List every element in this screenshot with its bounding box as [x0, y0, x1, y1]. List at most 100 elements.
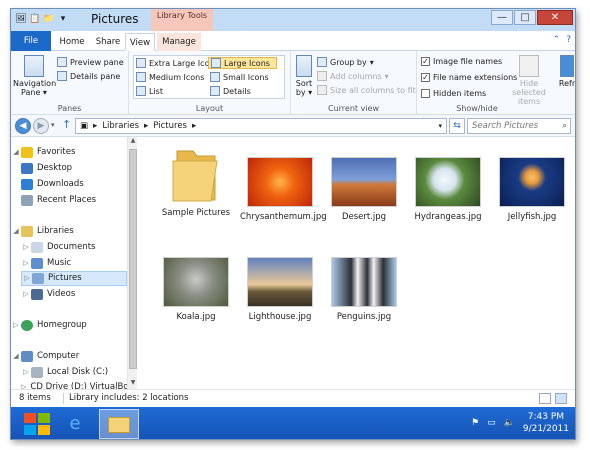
add-columns-button[interactable]: Add columns ▾ [317, 71, 389, 81]
layout-option-small-icons[interactable]: Small Icons [210, 72, 269, 82]
breadcrumb[interactable]: ▣ ▸ Libraries ▸ Pictures ▸ ▾ [75, 118, 447, 134]
layout-option-medium-icons[interactable]: Medium Icons [136, 72, 204, 82]
breadcrumb-pictures[interactable]: Pictures [153, 121, 187, 131]
file-item[interactable]: Koala.jpg [156, 257, 236, 323]
preview-pane-button[interactable]: Preview pane [57, 57, 124, 67]
collapsed-arrow-icon[interactable]: ▷ [21, 256, 31, 271]
nav-item-downloads[interactable]: Downloads [21, 177, 84, 192]
image-file-names-checkbox[interactable]: ✓ Image file names [421, 57, 502, 66]
expanded-arrow-icon[interactable]: ◢ [11, 145, 21, 160]
volume-icon[interactable]: 🔈 [504, 418, 515, 428]
search-placeholder: Search Pictures [472, 121, 539, 131]
library-info: Library includes: 2 locations [69, 393, 189, 403]
current-view-group-label: Current view [327, 104, 379, 113]
hide-selected-items-button[interactable]: Hide selected items [505, 55, 553, 106]
start-button[interactable] [21, 411, 51, 437]
file-item[interactable]: Desert.jpg [324, 157, 404, 223]
tab-view[interactable]: View [125, 33, 155, 51]
taskbar: e ⚑ ▭ 🔈 7:43 PM 9/21/2011 [11, 407, 575, 439]
recent-places-icon [21, 195, 33, 206]
options-button[interactable]: Refr [557, 55, 575, 88]
up-button[interactable]: ↑ [62, 118, 71, 131]
large-icons-view-icon[interactable] [555, 393, 567, 404]
show-hide-group-label: Show/hide [456, 104, 498, 113]
file-item[interactable]: Lighthouse.jpg [240, 257, 320, 323]
sort-by-button[interactable]: Sort by ▾ [293, 55, 315, 97]
layout-option-label: Medium Icons [149, 72, 205, 82]
scrollbar-thumb[interactable] [129, 149, 137, 369]
nav-item-favorites[interactable]: ◢ Favorites [11, 145, 75, 160]
search-input[interactable]: Search Pictures ⌕ [467, 118, 571, 134]
nav-item-homegroup[interactable]: ▷ Homegroup [11, 318, 87, 333]
close-button[interactable]: ✕ [537, 10, 573, 25]
nav-item-pictures[interactable]: ▷ Pictures [21, 271, 127, 286]
small-icons-icon [210, 72, 220, 82]
refresh-button[interactable]: ⇆ [449, 118, 465, 134]
collapsed-arrow-icon[interactable]: ▷ [21, 365, 31, 380]
collapsed-arrow-icon[interactable]: ▷ [11, 318, 21, 333]
layout-option-list[interactable]: List [136, 86, 163, 96]
expanded-arrow-icon[interactable]: ◢ [11, 349, 21, 364]
file-item[interactable]: Sample Pictures [156, 145, 236, 219]
internet-explorer-icon[interactable]: e [55, 409, 95, 439]
help-icon[interactable]: ? [566, 35, 571, 45]
system-tray: ⚑ ▭ 🔈 7:43 PM 9/21/2011 [471, 411, 569, 435]
size-all-columns-button[interactable]: Size all columns to fit [317, 85, 416, 95]
scroll-up-icon[interactable]: ▲ [128, 137, 138, 147]
nav-item-libraries[interactable]: ◢ Libraries [11, 224, 74, 239]
file-item[interactable]: Hydrangeas.jpg [408, 157, 488, 223]
layout-option-large-icons[interactable]: Large Icons [208, 57, 277, 69]
collapsed-arrow-icon[interactable]: ▷ [21, 287, 31, 302]
recent-locations-icon[interactable]: ▾ [51, 121, 55, 129]
maximize-button[interactable]: □ [514, 10, 536, 25]
file-item[interactable]: Chrysanthemum.jpg [240, 157, 327, 223]
customize-toolbar-icon[interactable]: ▾ [57, 13, 69, 26]
file-explorer-icon[interactable] [99, 409, 139, 439]
file-name-extensions-checkbox[interactable]: ✓ File name extensions [421, 73, 517, 82]
back-button[interactable]: ◀ [15, 118, 31, 134]
nav-item-local-disk[interactable]: ▷ Local Disk (C:) [21, 365, 108, 380]
nav-item-label: Documents [47, 242, 96, 252]
tab-file[interactable]: File [11, 31, 51, 51]
breadcrumb-libraries[interactable]: Libraries [102, 121, 139, 131]
file-item[interactable]: Jellyfish.jpg [492, 157, 572, 223]
minimize-button[interactable]: — [491, 10, 513, 25]
nav-pane-scrollbar[interactable]: ▲ ▼ [127, 137, 137, 389]
nav-item-recent-places[interactable]: Recent Places [21, 193, 96, 208]
star-icon [21, 147, 33, 158]
tab-home[interactable]: Home [55, 33, 89, 51]
layout-option-details[interactable]: Details [210, 86, 251, 96]
nav-item-videos[interactable]: ▷ Videos [21, 287, 75, 302]
hidden-items-checkbox[interactable]: Hidden items [421, 89, 486, 98]
file-name: Koala.jpg [176, 312, 216, 322]
nav-item-documents[interactable]: ▷ Documents [21, 240, 95, 255]
clock[interactable]: 7:43 PM 9/21/2011 [523, 411, 569, 435]
properties-icon[interactable]: 📋 [29, 13, 41, 26]
nav-item-label: Videos [47, 289, 76, 299]
breadcrumb-separator-icon: ▸ [191, 121, 197, 131]
scroll-down-icon[interactable]: ▼ [128, 379, 138, 389]
network-icon[interactable]: ▭ [487, 418, 496, 428]
collapsed-arrow-icon[interactable]: ▷ [21, 240, 31, 255]
tab-manage[interactable]: Manage [157, 33, 201, 51]
new-folder-icon[interactable]: 📁 [43, 13, 55, 26]
image-thumbnail [163, 257, 229, 307]
nav-item-desktop[interactable]: Desktop [21, 161, 72, 176]
collapsed-arrow-icon[interactable]: ▷ [22, 271, 32, 286]
nav-item-music[interactable]: ▷ Music [21, 256, 71, 271]
file-item[interactable]: Penguins.jpg [324, 257, 404, 323]
nav-item-computer[interactable]: ◢ Computer [11, 349, 79, 364]
group-by-button[interactable]: Group by ▾ [317, 57, 374, 67]
layout-option-extra-large-icons[interactable]: Extra Large Icons [136, 58, 219, 68]
details-pane-button[interactable]: Details pane [57, 71, 120, 81]
forward-button[interactable]: ▶ [33, 118, 49, 134]
address-dropdown-icon[interactable]: ▾ [438, 122, 442, 130]
expanded-arrow-icon[interactable]: ◢ [11, 224, 21, 239]
minimize-ribbon-icon[interactable]: ⌃ [553, 35, 561, 45]
flag-icon[interactable]: ⚑ [471, 418, 479, 428]
status-bar: 8 items Library includes: 2 locations [11, 389, 575, 407]
tab-share[interactable]: Share [91, 33, 125, 51]
details-view-icon[interactable] [539, 393, 551, 404]
navigation-pane-button[interactable]: Navigation Pane ▾ [13, 55, 56, 97]
app-menu-icon[interactable]: 🖼 [15, 13, 27, 26]
